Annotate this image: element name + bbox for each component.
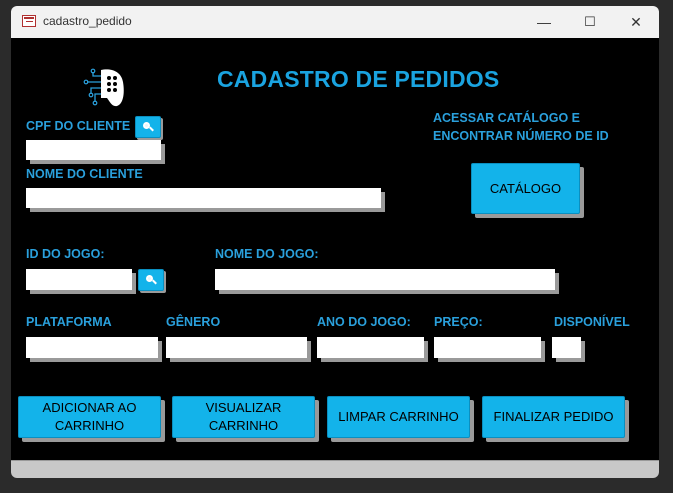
available-label: DISPONÍVEL [554,315,630,329]
game-name-label: NOME DO JOGO: [215,247,319,261]
status-bar [11,460,659,478]
cpf-label: CPF DO CLIENTE [26,119,131,133]
year-label: ANO DO JOGO: [317,315,411,329]
minimize-button[interactable]: — [521,6,567,38]
game-id-label: ID DO JOGO: [26,247,105,261]
search-cpf-button[interactable] [135,116,161,138]
title-bar: cadastro_pedido — ☐ ✕ [11,6,659,38]
add-to-cart-line1: ADICIONAR AO [42,400,137,415]
page-title: CADASTRO DE PEDIDOS [217,66,500,92]
finish-order-button[interactable]: FINALIZAR PEDIDO [482,396,625,438]
form-icon [22,15,36,27]
customer-name-field[interactable] [26,188,381,208]
platform-label: PLATAFORMA [26,315,112,329]
app-window: cadastro_pedido — ☐ ✕ CADASTRO DE PEDIDO… [11,6,659,478]
catalog-hint-line2: ENCONTRAR NÚMERO DE ID [433,129,609,143]
view-cart-button[interactable]: VISUALIZAR CARRINHO [172,396,315,438]
genre-field[interactable] [166,337,307,358]
price-field[interactable] [434,337,541,358]
add-to-cart-line2: CARRINHO [54,418,125,433]
gamepad-logo-icon [83,68,124,107]
catalog-hint-line1: ACESSAR CATÁLOGO E [433,111,580,125]
search-game-button[interactable] [138,269,164,291]
platform-field[interactable] [26,337,158,358]
add-to-cart-button[interactable]: ADICIONAR AO CARRINHO [18,396,161,438]
close-button[interactable]: ✕ [613,6,659,38]
maximize-button[interactable]: ☐ [567,6,613,38]
view-cart-line2: CARRINHO [208,418,279,433]
catalog-button[interactable]: CATÁLOGO [471,163,580,214]
game-id-field[interactable] [26,269,132,290]
view-cart-line1: VISUALIZAR [205,400,282,415]
year-field[interactable] [317,337,424,358]
form-content: CADASTRO DE PEDIDOS CPF DO CLIENTE NOME … [11,38,659,460]
customer-name-label: NOME DO CLIENTE [26,167,143,181]
price-label: PREÇO: [434,315,483,329]
available-field[interactable] [552,337,581,358]
cpf-field[interactable] [26,140,161,160]
clear-cart-button[interactable]: LIMPAR CARRINHO [327,396,470,438]
game-name-field[interactable] [215,269,555,290]
window-title: cadastro_pedido [43,14,132,28]
genre-label: GÊNERO [166,315,221,329]
